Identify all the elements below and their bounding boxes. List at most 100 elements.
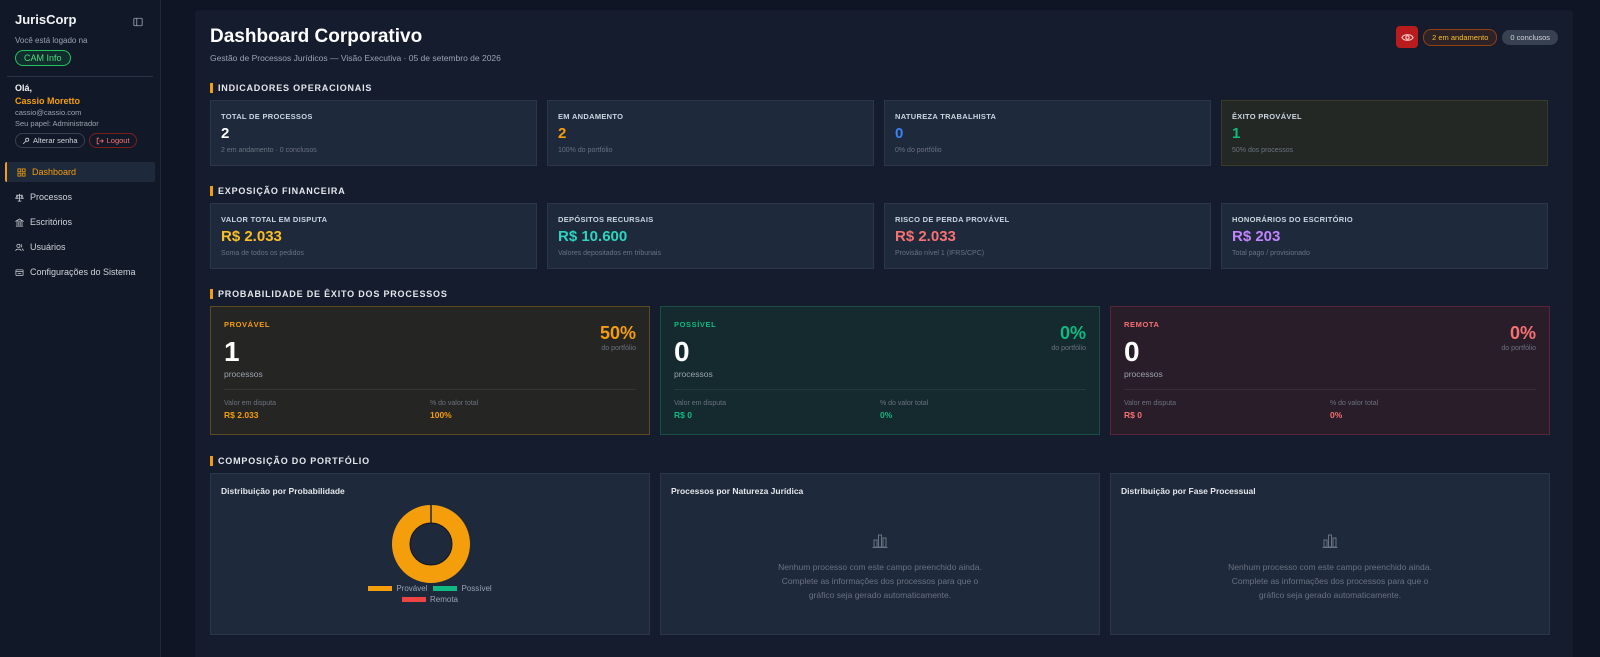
kpi-sub: 0% do portfólio [895,147,942,154]
kpi-sub: Total pago / provisionado [1232,250,1310,257]
chart-legend: Provável Possível Remota [211,584,649,606]
kpi-sub: Valores depositados em tribunais [558,250,661,257]
kpi-value: 2 [558,125,567,142]
legend-swatch [433,586,458,591]
section-marker [210,289,213,299]
prob-percent: 50% [599,323,636,343]
divider [674,389,1086,390]
prob-percent-sub: do portfólio [1051,345,1086,352]
prob-unit: processos [224,369,263,379]
kpi-natureza-trabalhista: NATUREZA TRABALHISTA 0 0% do portfólio [884,100,1211,166]
kpi-value: R$ 203 [1232,228,1281,245]
sidebar-item-processos[interactable]: Processos [5,187,155,207]
prob-percent: 0% [1509,323,1536,343]
divider [1124,389,1536,390]
kpi-label: RISCO DE PERDA PROVÁVEL [895,215,1010,224]
sidebar-item-label: Escritórios [30,217,73,227]
kpi-value: R$ 10.600 [558,228,628,245]
page-subtitle: Gestão de Processos Jurídicos — Visão Ex… [210,53,501,63]
legend-item-remota[interactable]: Remota [401,595,458,604]
kpi-value: 0 [895,125,904,142]
kpi-value: R$ 2.033 [895,228,956,245]
eye-icon [1400,33,1414,41]
grid-icon [17,167,26,177]
prob-label: POSSÍVEL [674,320,717,329]
kpi-sub: Provisão nível 1 (IFRS/CPC) [895,250,985,257]
valor-label: Valor em disputa [1124,400,1177,407]
chart-title: Distribuição por Probabilidade [221,486,345,496]
section-label: COMPOSIÇÃO DO PORTFÓLIO [218,456,370,466]
sidebar-item-escritorios[interactable]: Escritórios [5,212,155,232]
chart-title: Processos por Natureza Jurídica [671,486,804,496]
kpi-label: ÊXITO PROVÁVEL [1232,112,1302,121]
bar-chart-icon [1322,534,1338,548]
kpi-exito-provavel: ÊXITO PROVÁVEL 1 50% dos processos [1221,100,1548,166]
kpi-total-processos: TOTAL DE PROCESSOS 2 2 em andamento · 0 … [210,100,537,166]
sidebar-item-label: Dashboard [32,167,77,177]
empty-state-text: Nenhum processo com este campo preenchid… [1228,562,1432,600]
andamento-badge: 2 em andamento [1423,28,1498,46]
prob-count: 0 [1124,336,1140,367]
section-label: INDICADORES OPERACIONAIS [218,83,373,93]
prob-card-provavel: PROVÁVEL 1 processos 50% do portfólio Va… [210,306,650,435]
valor-label: Valor em disputa [674,400,727,407]
kpi-value: R$ 2.033 [221,228,282,245]
probabilidade-row: PROVÁVEL 1 processos 50% do portfólio Va… [210,306,1558,435]
logout-button[interactable]: Logout [88,133,137,148]
prob-percent-sub: do portfólio [601,345,636,352]
main-content: Dashboard Corporativo Gestão de Processo… [161,0,1600,657]
sidebar-item-dashboard[interactable]: Dashboard [5,162,155,182]
dashboard-panel: Dashboard Corporativo Gestão de Processo… [195,10,1573,657]
user-role: Seu papel: Administrador [15,119,99,128]
bar-chart-icon [872,534,888,548]
kpi-label: NATUREZA TRABALHISTA [895,112,997,121]
users-icon [15,243,24,251]
sidebar-item-label: Configurações do Sistema [30,267,136,277]
page-title: Dashboard Corporativo [210,26,423,47]
legend-label: Possível [461,584,492,593]
kpi-em-andamento: EM ANDAMENTO 2 100% do portfólio [547,100,874,166]
section-label: EXPOSIÇÃO FINANCEIRA [218,186,346,196]
legend-swatch [401,597,426,602]
visibility-toggle-button[interactable] [1396,26,1419,48]
sidebar-item-configuracoes[interactable]: Configurações do Sistema [5,262,155,282]
valor-value: R$ 0 [1124,410,1142,420]
user-email: cassio@cassio.com [15,108,82,117]
sidebar-toggle-icon[interactable] [133,14,145,26]
prob-card-remota: REMOTA 0 processos 0% do portfólio Valor… [1110,306,1550,435]
prob-count: 1 [224,336,240,367]
logged-in-text: Você está logado na [15,36,88,45]
sidebar-item-usuarios[interactable]: Usuários [5,237,155,257]
building-icon [15,217,24,227]
sidebar-item-label: Processos [30,192,73,202]
section-marker [210,186,213,196]
indicadores-row: TOTAL DE PROCESSOS 2 2 em andamento · 0 … [210,100,1558,166]
company-badge[interactable]: CAM Info [15,50,71,66]
total-value: 100% [430,410,452,420]
kpi-label: TOTAL DE PROCESSOS [221,112,313,121]
change-password-button[interactable]: Alterar senha [15,133,85,148]
legend-label: Provável [396,584,428,593]
kpi-depositos-recursais: DEPÓSITOS RECURSAIS R$ 10.600 Valores de… [547,203,874,269]
kpi-sub: 50% dos processos [1232,147,1294,154]
logout-icon [96,137,104,144]
composicao-row: Distribuição por Probabilidade Provável … [210,473,1558,635]
conclusos-badge: 0 conclusos [1502,29,1558,45]
prob-unit: processos [674,369,713,379]
section-label: PROBABILIDADE DE ÊXITO DOS PROCESSOS [218,289,448,299]
prob-label: PROVÁVEL [224,320,271,329]
legend-item-provavel[interactable]: Provável [368,584,427,593]
kpi-sub: Soma de todos os pedidos [221,250,304,257]
chart-card-natureza: Processos por Natureza Jurídica Nenhum p… [660,473,1100,635]
brand-name: JurisCorp [15,12,77,27]
section-marker [210,456,213,466]
prob-percent-sub: do portfólio [1501,345,1536,352]
section-composicao-title: COMPOSIÇÃO DO PORTFÓLIO [210,456,1558,466]
total-value: 0% [1330,410,1343,420]
sidebar-item-label: Usuários [30,242,66,252]
chart-card-probabilidade: Distribuição por Probabilidade Provável … [210,473,650,635]
kpi-label: EM ANDAMENTO [558,112,624,121]
section-indicadores-title: INDICADORES OPERACIONAIS [210,83,1558,93]
legend-item-possivel[interactable]: Possível [433,584,492,593]
total-value: 0% [880,410,893,420]
